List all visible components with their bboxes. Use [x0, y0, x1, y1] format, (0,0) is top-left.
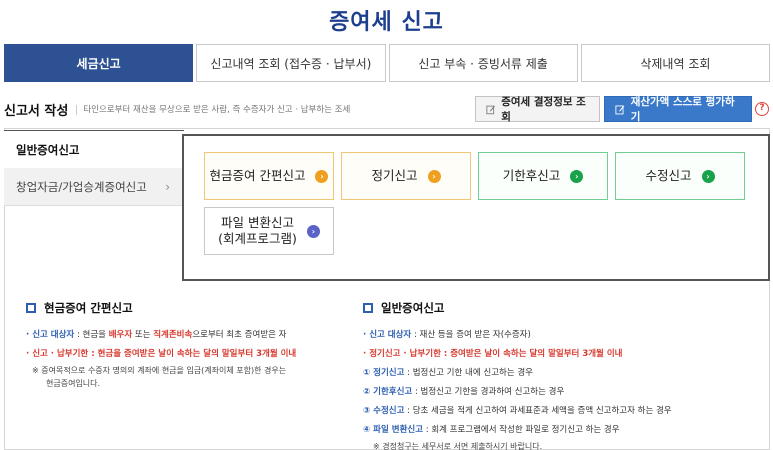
arrow-right-icon: › — [427, 169, 441, 183]
main-tabs: 세금신고 신고내역 조회 (접수증 · 납부서) 신고 부속 · 증빙서류 제출… — [4, 44, 770, 82]
edit-icon — [486, 105, 495, 114]
sidebar-item-label: 창업자금/가업승계증여신고 — [16, 179, 147, 194]
info-label: ③ 수정신고 — [363, 406, 405, 416]
help-icon[interactable]: ? — [755, 102, 769, 116]
info-text: 또는 — [132, 330, 154, 340]
card-label-line2: (회계프로그램) — [218, 231, 297, 246]
info-title-text: 일반증여신고 — [381, 301, 445, 315]
card-label: 정기신고 — [371, 168, 418, 183]
regular-report-card[interactable]: 정기신고 › — [341, 152, 471, 200]
info-text: 으로부터 최초 증여받은 자 — [192, 330, 287, 340]
info-line: ① 정기신고 : 법정신고 기한 내에 신고하는 경우 — [363, 364, 672, 383]
info-line: · 신고 · 납부기한 : 현금을 증여받은 날이 속하는 달의 말일부터 3개… — [26, 345, 296, 364]
file-conversion-report-card[interactable]: 파일 변환신고 (회계프로그램) › — [204, 207, 334, 255]
info-note: 현금증여입니다. — [46, 379, 101, 388]
info-highlight: 배우자 — [108, 330, 133, 340]
info-highlight: : 현금을 증여받은 날이 속하는 달의 말일부터 3개월 이내 — [88, 349, 297, 359]
sidebar-item-general-gift[interactable]: 일반증여신고 — [4, 130, 184, 168]
info-note: ※ 증여목적으로 수증자 명의의 계좌에 현금을 입금(계좌이체 포함)한 경우… — [32, 366, 287, 375]
info-highlight: : 증여받은 날이 속하는 달의 말일부터 3개월 이내 — [440, 349, 623, 359]
section-description: 타인으로부터 재산을 무상으로 받은 사람, 즉 수증자가 신고 · 납부하는 … — [76, 104, 350, 115]
edit-icon — [615, 104, 625, 114]
info-text: : 현금을 — [74, 330, 109, 340]
info-label: · 신고 대상자 — [363, 330, 412, 340]
square-bullet-icon — [363, 303, 373, 313]
cash-gift-simple-report-card[interactable]: 현금증여 간편신고 › — [204, 152, 334, 200]
info-line: ② 기한후신고 : 법정신고 기한을 경과하여 신고하는 경우 — [363, 383, 672, 402]
info-highlight: 직계존비속 — [153, 330, 193, 340]
sidebar-item-startup-succession[interactable]: 창업자금/가업승계증여신고 › — [4, 168, 184, 206]
arrow-right-icon: › — [570, 169, 584, 183]
general-gift-info: 일반증여신고 · 신고 대상자 : 재산 등을 증여 받은 자(수증자) · 정… — [363, 300, 672, 450]
info-text: : 법정신고 기한 내에 신고하는 경우 — [404, 368, 533, 378]
info-line: · 신고 대상자 : 재산 등을 증여 받은 자(수증자) — [363, 326, 672, 345]
gift-decision-info-button[interactable]: 증여세 결정정보 조회 — [475, 96, 600, 123]
info-title: 일반증여신고 — [363, 300, 672, 316]
tab-deleted-history[interactable]: 삭제내역 조회 — [580, 44, 770, 82]
card-label-line1: 파일 변환신고 — [221, 215, 294, 230]
square-bullet-icon — [26, 303, 36, 313]
tab-attachment-submit[interactable]: 신고 부속 · 증빙서류 제출 — [388, 44, 578, 82]
info-text: : 회계 프로그램에서 작성한 파일로 정기신고 하는 경우 — [423, 425, 620, 435]
card-label-group: 파일 변환신고 (회계프로그램) — [218, 215, 297, 247]
info-text: : 법정신고 기한을 경과하여 신고하는 경우 — [412, 387, 565, 397]
gift-decision-info-label: 증여세 결정정보 조회 — [501, 96, 586, 123]
tab-tax-report[interactable]: 세금신고 — [4, 44, 194, 82]
info-line: ③ 수정신고 : 당초 세금을 적게 신고하여 과세표준과 세액을 증액 신고하… — [363, 402, 672, 421]
amended-report-card[interactable]: 수정신고 › — [615, 152, 745, 200]
info-label: ② 기한후신고 — [363, 387, 413, 397]
info-text: : 재산 등을 증여 받은 자(수증자) — [411, 330, 531, 340]
arrow-right-icon: › — [315, 169, 329, 183]
info-label: · 신고 · 납부기한 — [26, 349, 89, 359]
self-valuation-button[interactable]: 재산가액 스스로 평가하기 — [604, 96, 752, 123]
report-type-sidebar: 일반증여신고 창업자금/가업승계증여신고 › — [4, 130, 184, 206]
page-title: 증여세 신고 — [329, 10, 444, 35]
arrow-right-icon: › — [306, 224, 320, 238]
info-label: · 정기신고 · 납부기한 — [363, 349, 441, 359]
self-valuation-label: 재산가액 스스로 평가하기 — [630, 96, 735, 123]
arrow-right-icon: › — [701, 169, 715, 183]
info-label: · 신고 대상자 — [26, 330, 75, 340]
card-label: 현금증여 간편신고 — [209, 168, 306, 183]
info-title: 현금증여 간편신고 — [26, 300, 296, 316]
info-title-text: 현금증여 간편신고 — [44, 301, 133, 315]
info-line: · 정기신고 · 납부기한 : 증여받은 날이 속하는 달의 말일부터 3개월 … — [363, 345, 672, 364]
info-text: : 당초 세금을 적게 신고하여 과세표준과 세액을 증액 신고하고자 하는 경… — [404, 406, 672, 416]
sidebar-item-label: 일반증여신고 — [16, 142, 80, 157]
cash-gift-info: 현금증여 간편신고 · 신고 대상자 : 현금을 배우자 또는 직계존비속으로부… — [26, 300, 296, 390]
section-header: 신고서 작성 타인으로부터 재산을 무상으로 받은 사람, 즉 수증자가 신고 … — [4, 100, 350, 119]
tab-report-history[interactable]: 신고내역 조회 (접수증 · 납부서) — [196, 44, 386, 82]
section-title: 신고서 작성 — [4, 104, 69, 119]
late-report-card[interactable]: 기한후신고 › — [478, 152, 608, 200]
info-line: · 신고 대상자 : 현금을 배우자 또는 직계존비속으로부터 최초 증여받은 … — [26, 326, 296, 345]
chevron-right-icon: › — [165, 179, 170, 194]
info-line: ④ 파일 변환신고 : 회계 프로그램에서 작성한 파일로 정기신고 하는 경우 — [363, 421, 672, 440]
info-label: ① 정기신고 — [363, 368, 405, 378]
info-note: ※ 경정청구는 세무서로 서면 제출하시기 바랍니다. — [373, 442, 543, 450]
info-label: ④ 파일 변환신고 — [363, 425, 424, 435]
card-label: 기한후신고 — [502, 168, 561, 183]
card-label: 수정신고 — [645, 168, 692, 183]
